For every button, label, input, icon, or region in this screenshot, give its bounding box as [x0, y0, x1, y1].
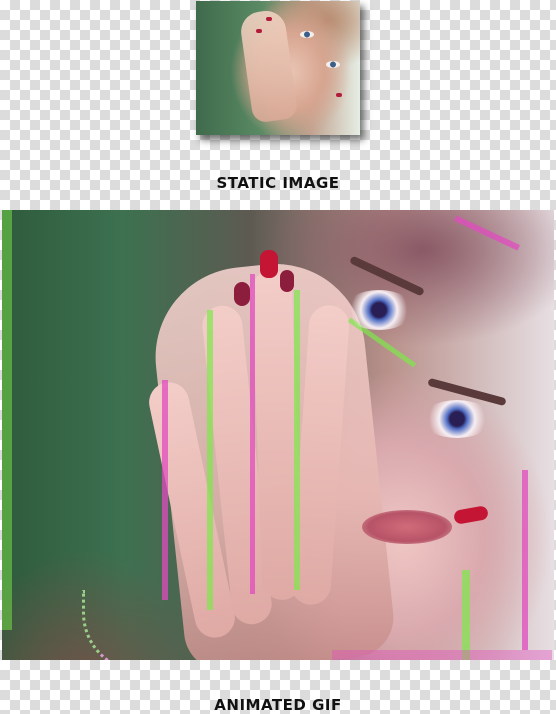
- static-portrait-image: [196, 1, 360, 135]
- animated-gif-caption: ANIMATED GIF: [214, 696, 342, 714]
- animated-glitch-portrait-image: [2, 210, 554, 660]
- static-image-caption: STATIC IMAGE: [216, 174, 340, 192]
